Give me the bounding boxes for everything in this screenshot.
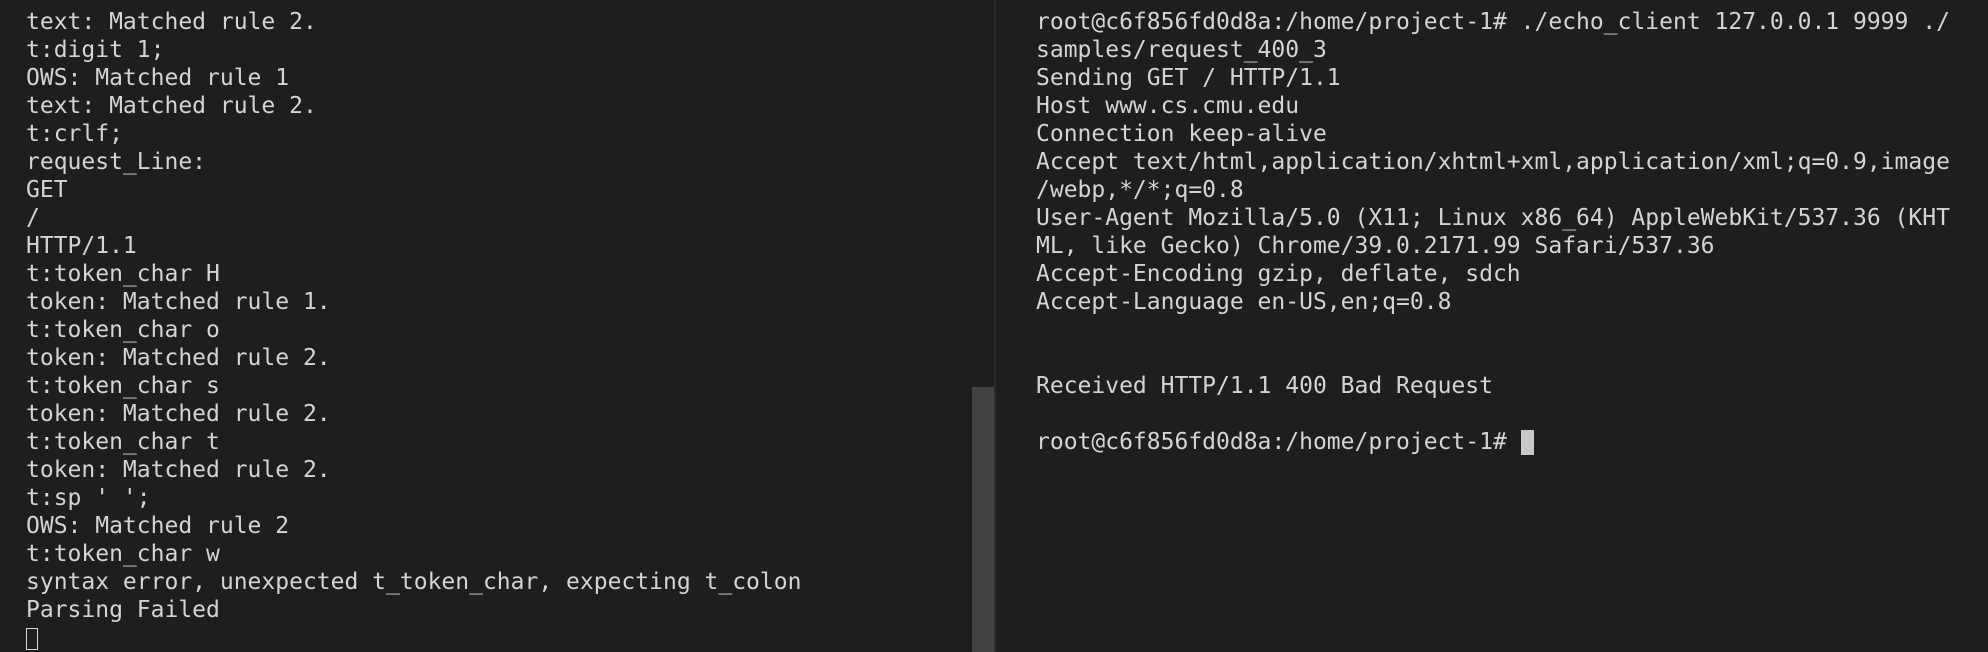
right-terminal-line: [1036, 344, 1966, 372]
left-terminal-cursor-line: [26, 624, 801, 652]
right-terminal-output: root@c6f856fd0d8a:/home/project-1# ./ech…: [1036, 8, 1966, 456]
left-terminal-line: text: Matched rule 2.: [26, 93, 317, 119]
terminal-cursor-icon: [26, 627, 38, 650]
left-terminal-line: t:token_char o: [26, 317, 220, 343]
left-terminal-line: request_Line:: [26, 149, 207, 175]
left-terminal-line: t:token_char w: [26, 541, 220, 567]
left-terminal-line: HTTP/1.1: [26, 233, 137, 259]
right-terminal-line: Sending GET / HTTP/1.1: [1036, 65, 1341, 91]
left-terminal-line: token: Matched rule 2.: [26, 457, 331, 483]
left-terminal-line: syntax error, unexpected t_token_char, e…: [26, 569, 802, 595]
left-terminal-line: t:crlf;: [26, 121, 123, 147]
right-terminal-line: Accept-Encoding gzip, deflate, sdch: [1036, 261, 1521, 287]
left-terminal-line: text: Matched rule 2.: [26, 9, 317, 35]
right-terminal-line: ML, like Gecko) Chrome/39.0.2171.99 Safa…: [1036, 233, 1715, 259]
left-terminal-line: t:sp ' ';: [26, 485, 151, 511]
left-terminal-output: text: Matched rule 2. t:digit 1; OWS: Matc…: [26, 8, 801, 652]
left-terminal-line: token: Matched rule 2.: [26, 401, 331, 427]
left-terminal-line: token: Matched rule 1.: [26, 289, 331, 315]
right-terminal-line: Accept-Language en-US,en;q=0.8: [1036, 289, 1452, 315]
left-terminal-pane[interactable]: text: Matched rule 2. t:digit 1; OWS: Matc…: [0, 0, 972, 652]
shell-prompt: root@c6f856fd0d8a:/home/project-1#: [1036, 429, 1507, 455]
right-terminal-line: Received HTTP/1.1 400 Bad Request: [1036, 373, 1493, 399]
left-terminal-line: OWS: Matched rule 1: [26, 65, 290, 91]
left-terminal-line: token: Matched rule 2.: [26, 345, 331, 371]
right-terminal-line: /webp,*/*;q=0.8: [1036, 177, 1244, 203]
left-terminal-scrollbar-thumb[interactable]: [972, 387, 994, 652]
right-terminal-line: User-Agent Mozilla/5.0 (X11; Linux x86_6…: [1036, 205, 1950, 231]
left-terminal-line: t:digit 1;: [26, 37, 165, 63]
left-terminal-line: t:token_char s: [26, 373, 220, 399]
terminal-cursor-icon: [1520, 429, 1534, 455]
right-terminal-line: samples/request_400_3: [1036, 37, 1327, 63]
left-terminal-line: /: [26, 205, 40, 231]
right-terminal-line: [1036, 400, 1966, 428]
right-terminal-line: Host www.cs.cmu.edu: [1036, 93, 1300, 119]
left-terminal-line: Parsing Failed: [26, 597, 220, 623]
right-terminal-prompt-line[interactable]: root@c6f856fd0d8a:/home/project-1#: [1036, 428, 1966, 456]
right-terminal-pane[interactable]: root@c6f856fd0d8a:/home/project-1# ./ech…: [996, 0, 1988, 652]
right-terminal-line: root@c6f856fd0d8a:/home/project-1# ./ech…: [1036, 9, 1950, 35]
right-terminal-line: [1036, 316, 1966, 344]
left-terminal-line: GET: [26, 177, 68, 203]
left-terminal-line: OWS: Matched rule 2: [26, 513, 290, 539]
right-terminal-line: Accept text/html,application/xhtml+xml,a…: [1036, 149, 1950, 175]
left-terminal-line: t:token_char t: [26, 429, 220, 455]
left-terminal-line: t:token_char H: [26, 261, 220, 287]
right-terminal-line: Connection keep-alive: [1036, 121, 1327, 147]
